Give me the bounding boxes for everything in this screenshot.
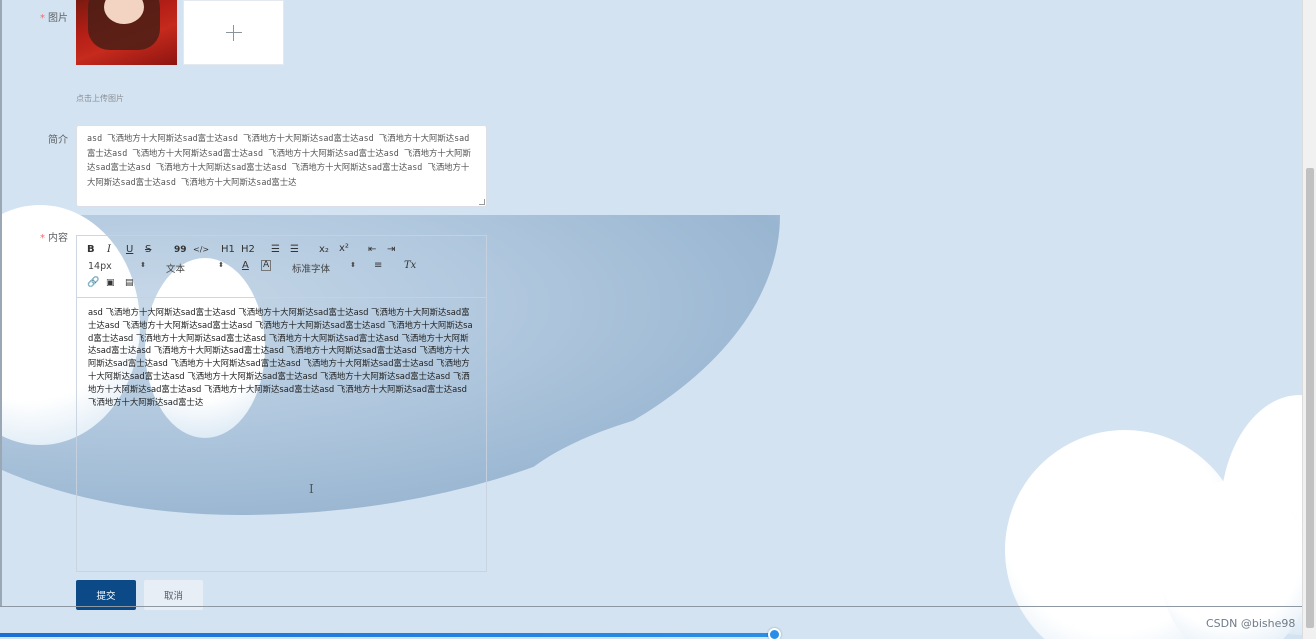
required-mark: * [40, 233, 45, 244]
font-color-button[interactable]: A [242, 260, 249, 272]
outdent-button[interactable]: ⇤ [368, 244, 376, 256]
plus-icon [225, 24, 242, 41]
block-type-select[interactable]: 文本 ⬍ [166, 261, 224, 275]
vertical-scrollbar[interactable] [1302, 0, 1316, 639]
italic-button[interactable]: I [107, 244, 111, 256]
progress-knob[interactable] [768, 628, 781, 639]
intro-textarea[interactable]: asd 飞洒地方十大阿斯达sad富士达asd 飞洒地方十大阿斯达sad富士达as… [76, 125, 487, 207]
align-button[interactable]: ≡ [374, 260, 382, 272]
uploaded-image-thumbnail[interactable] [76, 0, 177, 65]
header-1-button[interactable]: H1 [221, 244, 235, 256]
image-upload-button[interactable] [183, 0, 284, 65]
form-container: * 图片 点击上传图片 简介 asd 飞洒地方十大阿斯达sad富士达asd 飞洒地… [0, 0, 1316, 639]
editor-toolbar: B I U S 99 </> H1 H2 ☰ ☰ x₂ x² ⇤ ⇥ 14px ⬍… [77, 236, 486, 298]
blockquote-button[interactable]: 99 [174, 244, 187, 256]
indent-button[interactable]: ⇥ [387, 244, 395, 256]
bold-button[interactable]: B [87, 244, 95, 256]
resize-handle[interactable] [479, 199, 485, 205]
required-mark: * [40, 13, 45, 24]
strike-button[interactable]: S [145, 244, 151, 256]
intro-label: 简介 [48, 135, 68, 146]
background-color-button[interactable]: A [261, 260, 272, 271]
superscript-button[interactable]: x² [339, 243, 349, 255]
bullet-list-button[interactable]: ☰ [290, 244, 299, 256]
select-arrow-icon: ⬍ [350, 261, 356, 269]
page-left-border [0, 0, 2, 606]
scrollbar-thumb[interactable] [1306, 168, 1314, 628]
font-family-select[interactable]: 标准字体 ⬍ [292, 261, 356, 275]
text-cursor-icon: I [309, 482, 314, 496]
video-icon[interactable]: ▤ [125, 277, 134, 289]
image-upload-hint: 点击上传图片 [76, 94, 124, 103]
image-icon[interactable]: ▣ [106, 277, 115, 289]
subscript-button[interactable]: x₂ [319, 244, 329, 256]
link-icon[interactable]: 🔗 [87, 277, 99, 289]
select-arrow-icon: ⬍ [218, 261, 224, 269]
watermark: CSDN @bishe98 [1206, 617, 1296, 630]
clean-format-button[interactable]: Tx [404, 260, 416, 272]
content-label: * 内容 [40, 233, 68, 244]
ordered-list-button[interactable]: ☰ [271, 244, 280, 256]
rich-text-editor: B I U S 99 </> H1 H2 ☰ ☰ x₂ x² ⇤ ⇥ 14px ⬍… [76, 235, 487, 572]
underline-button[interactable]: U [126, 244, 133, 256]
image-label: * 图片 [40, 13, 68, 24]
video-progress-bar[interactable] [0, 633, 776, 637]
code-block-button[interactable]: </> [193, 244, 209, 256]
select-arrow-icon: ⬍ [140, 261, 146, 269]
header-2-button[interactable]: H2 [241, 244, 255, 256]
font-size-select[interactable]: 14px ⬍ [88, 261, 146, 272]
editor-content-area[interactable]: asd 飞洒地方十大阿斯达sad富士达asd 飞洒地方十大阿斯达sad富士达as… [77, 298, 486, 573]
bottom-divider [0, 606, 1302, 607]
